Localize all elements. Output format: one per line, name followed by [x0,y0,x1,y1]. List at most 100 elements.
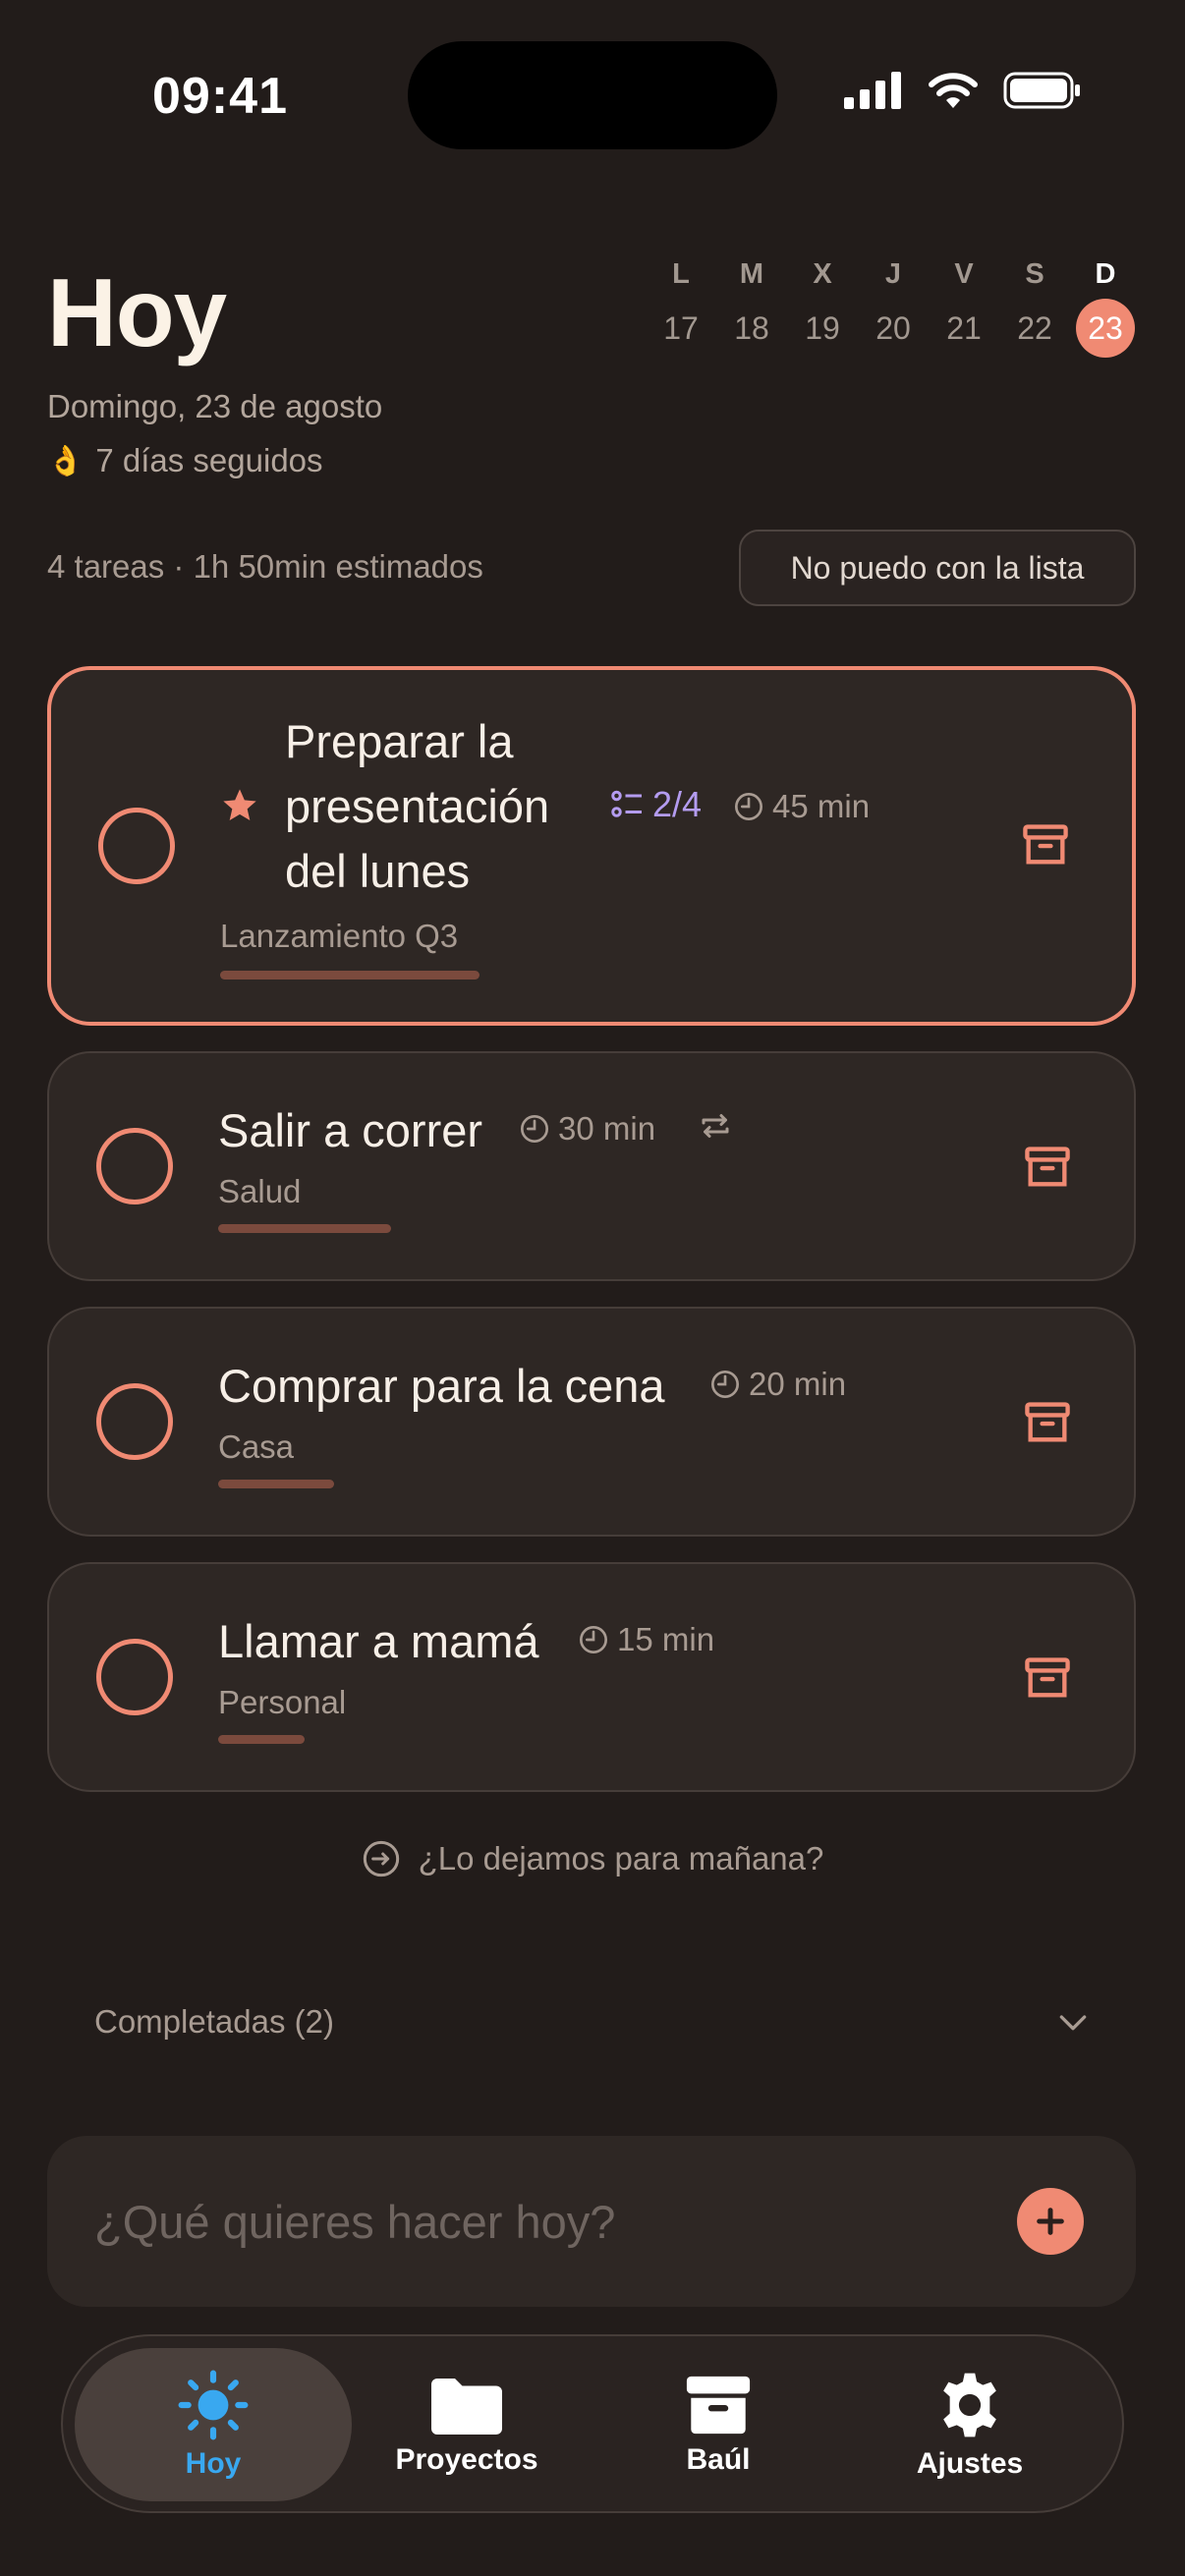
day-number: 20 [875,310,911,346]
archive-icon [1025,1402,1070,1442]
tab-label: Hoy [185,2447,242,2480]
day-wednesday[interactable]: X 19 [787,253,858,358]
task-summary: 4 tareas · 1h 50min estimados [47,548,483,585]
task-project: Casa [218,1428,295,1465]
arrow-right-circle-icon [363,1840,399,1877]
tab-hoy[interactable]: Hoy [75,2348,352,2501]
project-color-bar [218,1224,391,1233]
archive-icon [1023,824,1068,865]
task-title: Llamar a mamá [218,1615,539,1667]
archive-button[interactable] [1020,1140,1075,1195]
task-duration: 45 min [733,788,870,825]
clock-icon [521,1115,548,1143]
day-letter: V [954,258,974,290]
task-checkbox[interactable] [96,1383,173,1460]
archive-button[interactable] [1018,817,1073,872]
tab-bar: Hoy Proyectos Baúl Ajustes [61,2334,1124,2513]
task-title: Comprar para la cena [218,1360,665,1412]
ok-hand-icon: 👌 [47,444,85,477]
overwhelm-button[interactable]: No puedo con la lista [739,530,1136,606]
wifi-icon [929,73,978,108]
new-task-composer [47,2136,1136,2307]
duration-text: 30 min [558,1110,656,1147]
status-icons [844,71,1082,110]
task-project: Personal [218,1684,347,1720]
clock-icon [580,1626,607,1653]
tab-ajustes[interactable]: Ajustes [831,2348,1108,2501]
day-letter: X [813,258,832,290]
task-duration: 30 min [519,1110,655,1148]
tab-label: Baúl [686,2443,751,2476]
star-icon [223,789,256,820]
duration-text: 15 min [617,1621,715,1657]
task-card[interactable]: Preparar la presentación del lunes 2/4 4… [47,666,1136,1026]
streak-text: 7 días seguidos [95,442,323,478]
postpone-text: ¿Lo dejamos para mañana? [418,1840,824,1876]
tab-proyectos[interactable]: Proyectos [328,2348,605,2501]
plus-icon [1037,2208,1064,2235]
day-number: 18 [734,310,769,346]
archive-icon [1025,1657,1070,1698]
task-checkbox[interactable] [96,1128,173,1204]
task-title: Preparar la presentación del lunes [285,715,550,897]
day-tuesday[interactable]: M 18 [716,253,787,358]
day-letter: J [884,258,902,290]
archive-button[interactable] [1020,1651,1075,1706]
day-monday[interactable]: L 17 [646,253,716,358]
day-saturday[interactable]: S 22 [999,253,1070,358]
archive-icon [1025,1147,1070,1187]
gear-icon [943,2373,996,2437]
task-checkbox[interactable] [98,808,175,884]
task-card[interactable]: Salir a correr 30 min Salud [47,1051,1136,1281]
page-title: Hoy [47,258,227,366]
archive-box-icon [686,2376,751,2435]
streak-indicator: 👌 7 días seguidos [47,442,323,479]
current-date: Domingo, 23 de agosto [47,388,383,424]
task-checkbox[interactable] [96,1639,173,1715]
subtask-progress: 2/4 [609,784,702,825]
duration-text: 20 min [749,1366,847,1402]
tab-label: Proyectos [395,2443,538,2476]
project-color-bar [218,1735,305,1744]
signal-icon [844,72,901,109]
checklist-icon [611,790,642,817]
task-title: Salir a correr [218,1104,483,1156]
task-card[interactable]: Llamar a mamá 15 min Personal [47,1562,1136,1792]
day-letter: M [739,258,764,290]
duration-text: 45 min [772,788,871,824]
day-friday[interactable]: V 21 [929,253,999,358]
project-color-bar [218,1480,334,1488]
day-number-selected: 23 [1076,299,1135,358]
tab-baul[interactable]: Baúl [580,2348,857,2501]
task-project: Salud [218,1173,302,1209]
day-letter: D [1095,258,1116,290]
task-card[interactable]: Comprar para la cena 20 min Casa [47,1307,1136,1537]
day-sunday-today[interactable]: D 23 [1070,253,1141,358]
day-letter: S [1025,258,1044,290]
battery-icon [1003,72,1080,109]
sun-icon [178,2370,249,2440]
completed-section-toggle[interactable]: Completadas (2) [94,2002,1093,2042]
task-project: Lanzamiento Q3 [220,918,459,954]
week-strip: L 17 M 18 X 19 J 20 V 21 S 22 D 23 [646,253,1141,358]
subtask-count: 2/4 [652,784,703,824]
day-number: 19 [805,310,840,346]
new-task-input[interactable] [94,2194,979,2249]
day-letter: L [672,258,690,290]
archive-button[interactable] [1020,1395,1075,1450]
postpone-link[interactable]: ¿Lo dejamos para mañana? [0,1839,1185,1878]
completed-label: Completadas (2) [94,2003,334,2040]
folder-icon [431,2379,502,2435]
dynamic-island [408,41,777,149]
project-color-bar [220,971,480,980]
day-number: 22 [1017,310,1052,346]
clock-icon [735,793,762,820]
day-number: 17 [663,310,699,346]
status-time: 09:41 [152,68,288,125]
chevron-down-icon [1059,2015,1087,2031]
task-duration: 15 min [578,1621,714,1658]
day-thursday[interactable]: J 20 [858,253,929,358]
add-task-button[interactable] [1017,2188,1084,2255]
status-bar: 09:41 [0,0,1185,187]
task-duration: 20 min [709,1366,846,1403]
